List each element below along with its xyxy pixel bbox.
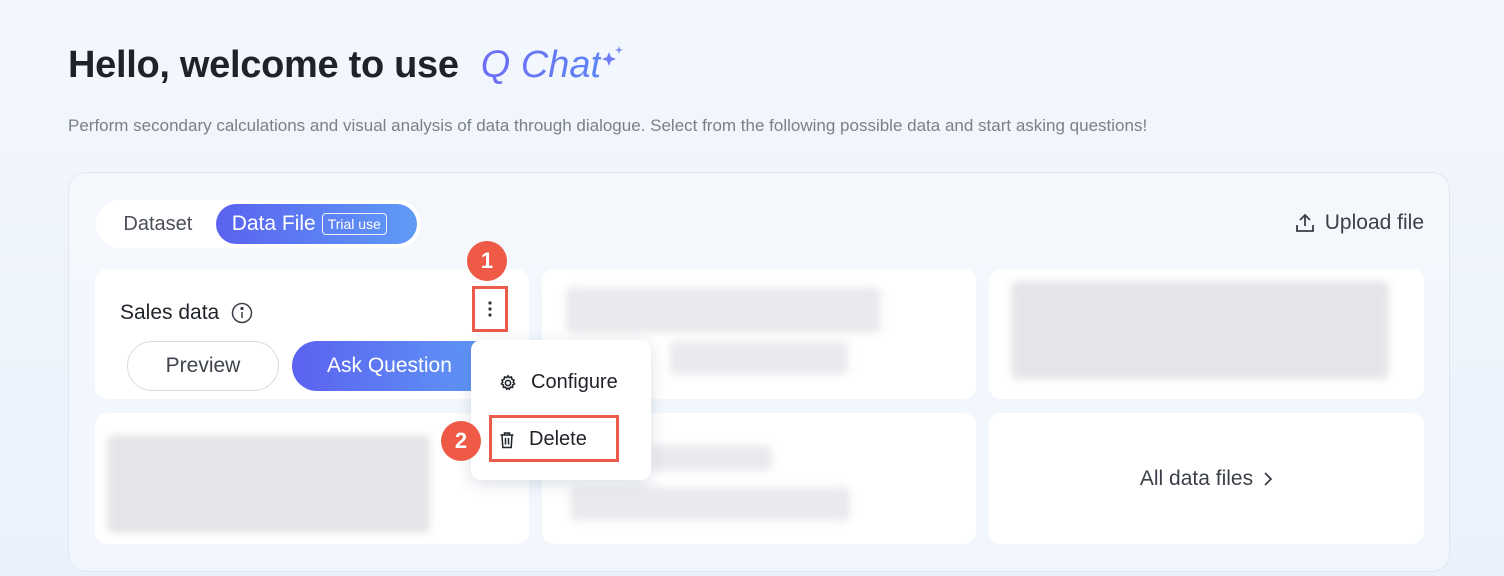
callout-badge-2: 2 (441, 421, 481, 461)
tab-data-file-label: Data File (231, 212, 316, 235)
menu-item-configure[interactable]: Configure (499, 371, 618, 394)
page-subtitle: Perform secondary calculations and visua… (68, 116, 1148, 135)
tab-dataset[interactable]: Dataset (100, 213, 216, 236)
blurred-content (670, 341, 848, 375)
menu-item-configure-label: Configure (531, 371, 618, 393)
more-vertical-icon (488, 301, 492, 317)
data-file-card-blurred[interactable] (989, 269, 1424, 399)
delete-highlight-box (489, 415, 619, 462)
trial-badge: Trial use (321, 213, 387, 235)
all-data-files-card[interactable]: All data files (989, 413, 1424, 544)
blurred-content (652, 445, 772, 471)
card-title-text: Sales data (120, 301, 220, 324)
header-title-row: Hello, welcome to use Q Chat (68, 44, 601, 87)
gear-icon (500, 374, 516, 390)
preview-button[interactable]: Preview (127, 341, 279, 391)
data-file-card[interactable]: Sales data Preview Ask Question (95, 269, 529, 399)
brand-name: Q Chat (480, 44, 602, 86)
blurred-content (566, 287, 881, 333)
all-data-files-label: All data files (1139, 466, 1254, 490)
upload-icon (1295, 213, 1314, 232)
card-title: Sales data (120, 301, 253, 325)
sparkle-icon (602, 46, 623, 66)
callout-badge-1: 1 (467, 241, 507, 281)
page-title: Hello, welcome to use (68, 44, 459, 86)
more-options-button[interactable] (472, 286, 508, 332)
info-icon[interactable] (231, 302, 253, 324)
upload-file-button[interactable]: Upload file (1293, 211, 1424, 235)
blurred-content (107, 435, 430, 533)
data-source-tabs: Dataset Data File Trial use (96, 200, 421, 248)
tab-data-file[interactable]: Data File Trial use (215, 204, 417, 244)
blurred-content (570, 487, 850, 521)
all-data-files-link[interactable]: All data files (1140, 467, 1273, 491)
upload-file-label: Upload file (1324, 211, 1424, 234)
blurred-content (1011, 281, 1389, 379)
chevron-right-icon (1264, 471, 1273, 486)
